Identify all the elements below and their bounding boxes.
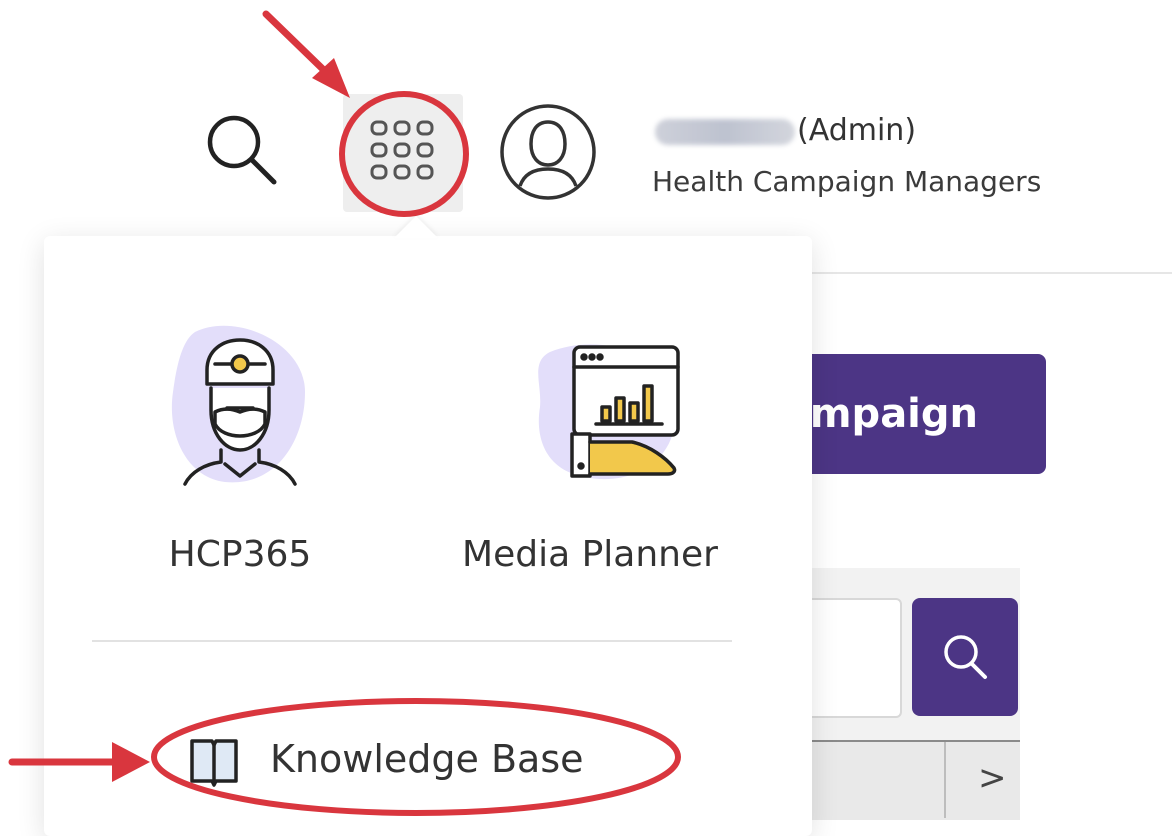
pagination-next-button[interactable]: > (978, 758, 1007, 798)
header-divider (800, 272, 1172, 274)
pagination-separator (944, 742, 946, 818)
media-planner-icon (538, 344, 680, 480)
user-avatar-icon (500, 104, 596, 200)
user-organization[interactable]: Health Campaign Managers (652, 165, 1041, 198)
campaign-button-label: mpaign (809, 391, 978, 437)
search-icon (944, 635, 987, 679)
knowledge-base-label[interactable]: Knowledge Base (270, 737, 584, 781)
app-tile-hcp365[interactable]: HCP365 (150, 312, 330, 575)
app-label-media-planner: Media Planner (462, 534, 718, 575)
dropdown-caret (394, 216, 438, 238)
search-button[interactable] (196, 108, 286, 188)
search-submit-button[interactable] (912, 598, 1018, 716)
app-tile-media-planner[interactable]: Media Planner (444, 312, 736, 575)
menu-divider (92, 640, 732, 642)
user-name-redacted (655, 119, 795, 145)
search-icon (207, 115, 277, 185)
app-label-hcp365: HCP365 (168, 534, 312, 575)
apps-launcher-button[interactable] (343, 94, 463, 212)
user-avatar-button[interactable] (498, 102, 598, 202)
user-role[interactable]: (Admin) (797, 113, 916, 148)
doctor-icon (171, 325, 305, 486)
grid-apps-icon (370, 120, 434, 180)
arrow-to-apps (262, 10, 350, 98)
book-icon (190, 739, 238, 787)
